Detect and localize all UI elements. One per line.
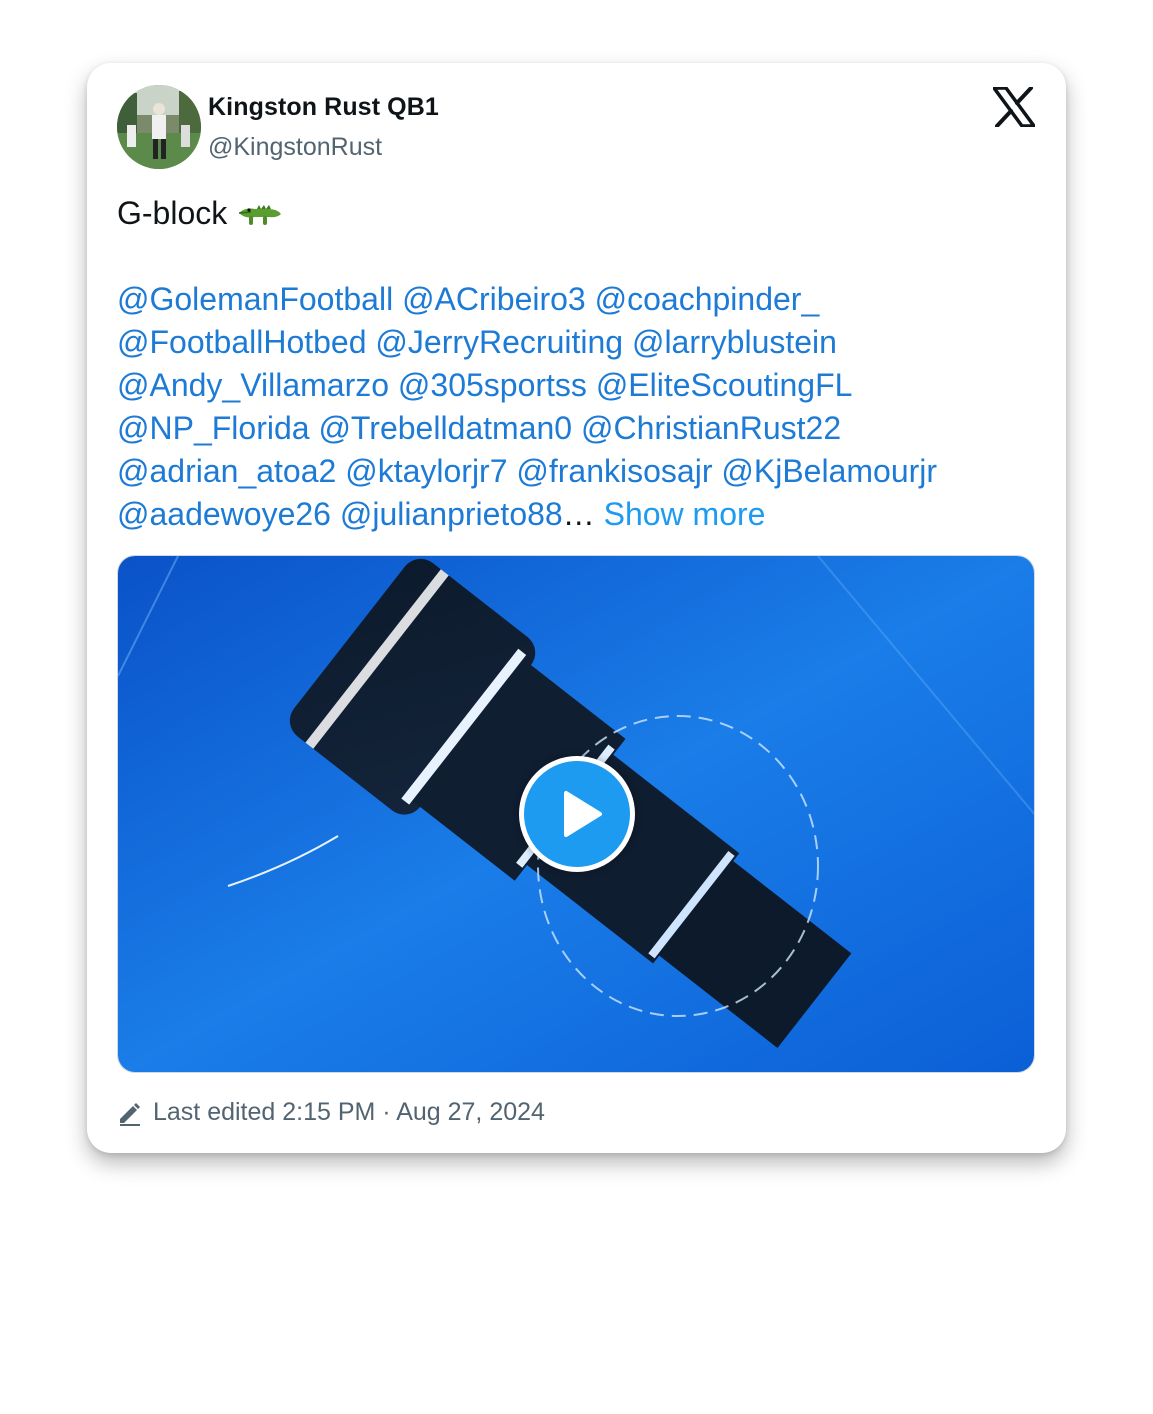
mention-link[interactable]: @frankisosajr <box>516 453 712 489</box>
avatar-photo <box>117 85 201 169</box>
mention-link[interactable]: @Andy_Villamarzo <box>117 367 389 403</box>
mentions-block: @GolemanFootball @ACribeiro3 @coachpinde… <box>117 278 1047 536</box>
mention-link[interactable]: @ACribeiro3 <box>402 281 586 317</box>
author-name[interactable]: Kingston Rust QB1 <box>208 93 439 122</box>
tweet-text: G-block <box>117 195 283 232</box>
mention-line: @NP_Florida @Trebelldatman0 @ChristianRu… <box>117 407 1047 450</box>
edit-meta[interactable]: Last edited 2:15 PM · Aug 27, 2024 <box>117 1098 545 1127</box>
mention-line: @FootballHotbed @JerryRecruiting @larryb… <box>117 321 1047 364</box>
crocodile-emoji-icon <box>239 204 282 225</box>
mention-link[interactable]: @FootballHotbed <box>117 324 367 360</box>
mention-line: @aadewoye26 @julianprieto88… Show more <box>117 493 1047 536</box>
mention-link[interactable]: @ChristianRust22 <box>581 410 841 446</box>
pencil-icon <box>120 1102 140 1126</box>
tweet-card: Kingston Rust QB1 @KingstonRust G-block … <box>87 63 1066 1153</box>
mention-link[interactable]: @coachpinder_ <box>595 281 820 317</box>
truncation-ellipsis: … <box>562 496 595 532</box>
mention-line: @GolemanFootball @ACribeiro3 @coachpinde… <box>117 278 1047 321</box>
play-button[interactable] <box>519 756 635 872</box>
mention-link[interactable]: @GolemanFootball <box>117 281 393 317</box>
mention-link[interactable]: @KjBelamourjr <box>721 453 937 489</box>
play-icon <box>564 791 602 837</box>
mention-link[interactable]: @adrian_atoa2 <box>117 453 336 489</box>
mention-link[interactable]: @305sportss <box>398 367 587 403</box>
mention-link[interactable]: @Trebelldatman0 <box>318 410 572 446</box>
author-handle[interactable]: @KingstonRust <box>208 133 382 162</box>
mention-link[interactable]: @NP_Florida <box>117 410 310 446</box>
mention-link[interactable]: @aadewoye26 <box>117 496 331 532</box>
video-thumbnail[interactable] <box>117 555 1035 1073</box>
show-more-link[interactable]: Show more <box>604 496 766 532</box>
mention-link[interactable]: @EliteScoutingFL <box>596 367 853 403</box>
mention-link[interactable]: @ktaylorjr7 <box>345 453 507 489</box>
mention-link[interactable]: @JerryRecruiting <box>375 324 623 360</box>
mention-line: @Andy_Villamarzo @305sportss @EliteScout… <box>117 364 1047 407</box>
tweet-text-label: G-block <box>117 195 228 231</box>
avatar[interactable] <box>117 85 201 169</box>
mention-link[interactable]: @larryblustein <box>632 324 837 360</box>
x-logo-icon[interactable] <box>992 86 1036 128</box>
edited-timestamp: Last edited 2:15 PM · Aug 27, 2024 <box>153 1098 545 1126</box>
mention-link[interactable]: @julianprieto88 <box>340 496 563 532</box>
mention-line: @adrian_atoa2 @ktaylorjr7 @frankisosajr … <box>117 450 1047 493</box>
